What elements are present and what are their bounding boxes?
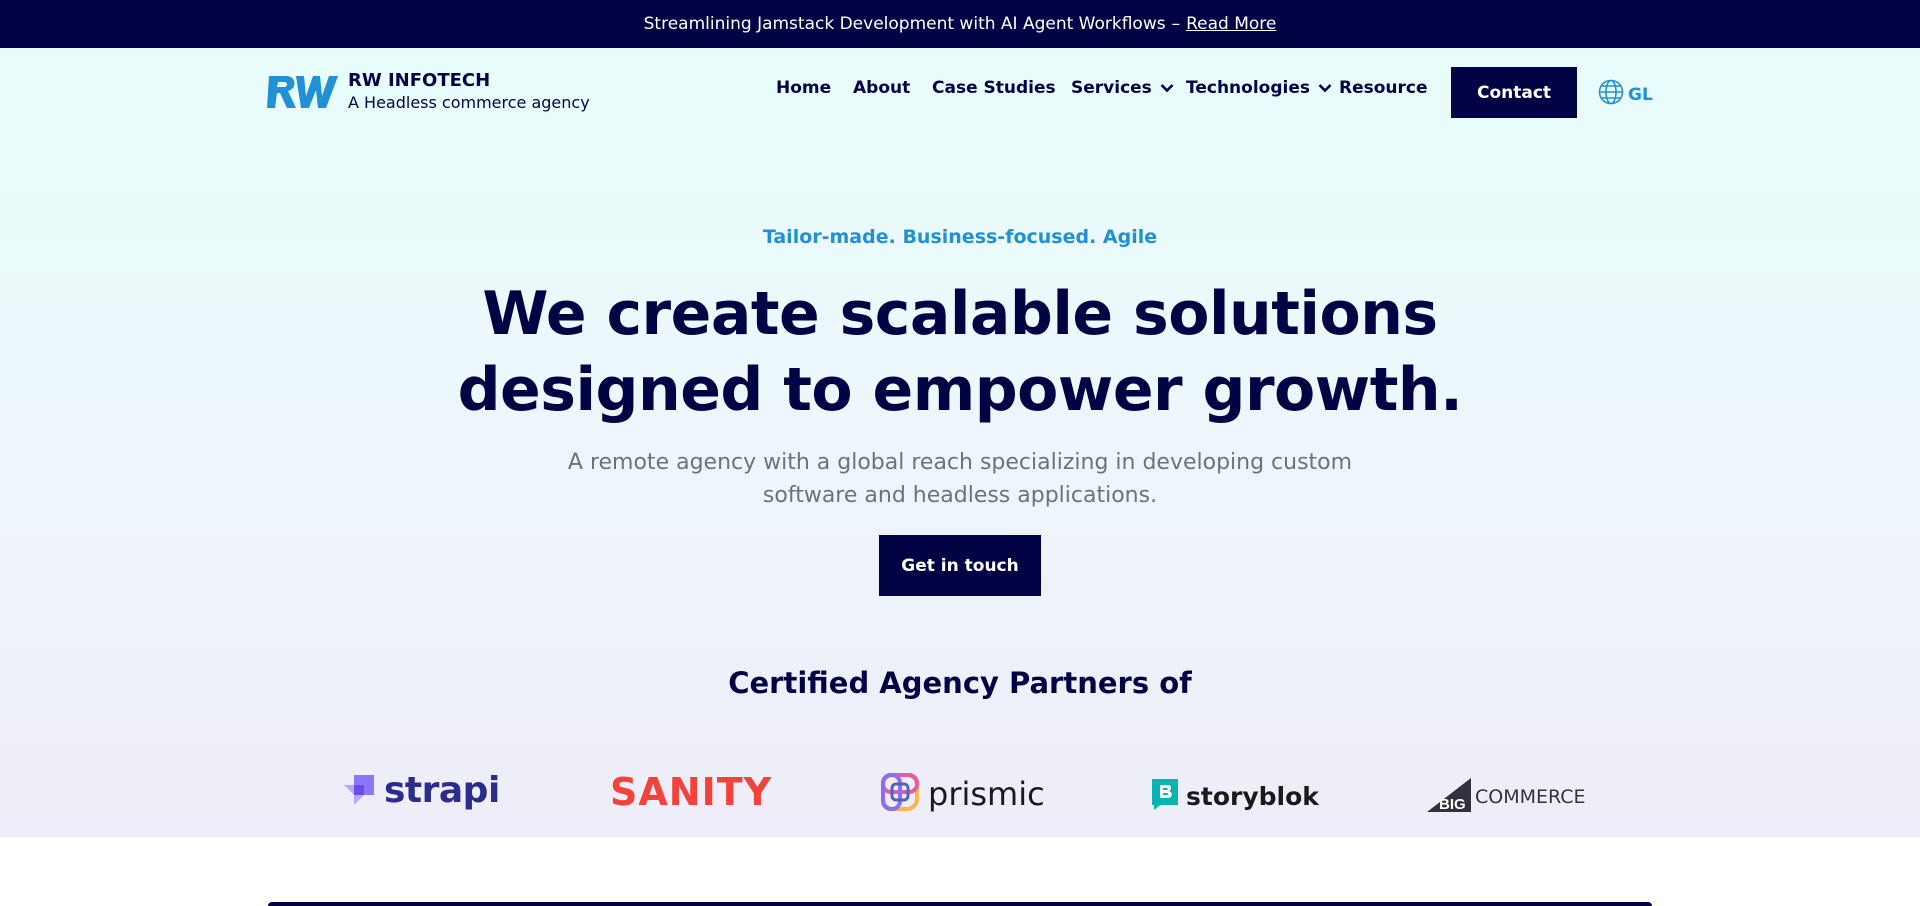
sanity-logo-text: SANITY	[610, 770, 773, 814]
nav-item-resource[interactable]: Resource	[1339, 78, 1428, 98]
brand-name: RW INFOTECH	[348, 70, 491, 91]
next-section-edge	[268, 902, 1652, 906]
nav-item-label: Technologies	[1186, 78, 1310, 98]
bigcommerce-logo-text: COMMERCE	[1475, 786, 1586, 808]
chevron-down-icon	[1160, 78, 1174, 98]
bigcommerce-icon: BIG	[1425, 778, 1473, 816]
chevron-down-icon	[1318, 78, 1332, 98]
hero-headline-line1: We create scalable solutions	[482, 279, 1438, 349]
read-more-link[interactable]: Read More	[1186, 14, 1276, 34]
prismic-icon	[880, 772, 920, 816]
announcement-separator: –	[1171, 14, 1181, 34]
prismic-logo-text: prismic	[928, 775, 1045, 813]
nav-item-label: Services	[1071, 78, 1152, 98]
rw-logo-icon	[266, 72, 340, 112]
storyblok-logo-text: storyblok	[1186, 781, 1319, 811]
partners-title: Certified Agency Partners of	[728, 666, 1192, 700]
strapi-logo-text: strapi	[384, 770, 500, 811]
storyblok-logo: storyblok	[1150, 777, 1319, 815]
sanity-logo: SANITY	[610, 770, 772, 814]
svg-text:BIG: BIG	[1439, 796, 1466, 812]
hero-subtext: A remote agency with a global reach spec…	[567, 450, 1353, 508]
strapi-logo: strapi	[342, 770, 500, 811]
get-in-touch-button[interactable]: Get in touch	[879, 535, 1041, 596]
brand-tagline: A Headless commerce agency	[348, 93, 590, 112]
bigcommerce-logo: BIG COMMERCE	[1425, 778, 1586, 816]
nav-item-technologies[interactable]: Technologies	[1186, 78, 1332, 98]
nav-item-label: About	[853, 78, 911, 98]
strapi-icon	[342, 771, 378, 811]
language-label: GL	[1628, 84, 1653, 105]
hero-headline: We create scalable solutions designed to…	[0, 276, 1920, 428]
storyblok-icon	[1150, 777, 1180, 815]
nav-item-label: Case Studies	[932, 78, 1056, 98]
nav-item-case-studies[interactable]: Case Studies	[932, 78, 1056, 98]
contact-button[interactable]: Contact	[1451, 67, 1577, 118]
site-header: RW INFOTECH A Headless commerce agency H…	[0, 48, 1920, 136]
hero-headline-line2: designed to empower growth.	[457, 355, 1463, 425]
globe-icon	[1598, 79, 1628, 110]
nav-item-home[interactable]: Home	[776, 78, 831, 98]
language-selector[interactable]: GL	[1598, 79, 1653, 110]
brand-text: RW INFOTECH A Headless commerce agency	[348, 70, 590, 114]
hero-tagline: Tailor-made. Business-focused. Agile	[762, 226, 1158, 248]
announcement-text: Streamlining Jamstack Development with A…	[643, 14, 1166, 34]
nav-item-label: Home	[776, 78, 832, 98]
hero-section: RW INFOTECH A Headless commerce agency H…	[0, 48, 1920, 837]
prismic-logo: prismic	[880, 772, 1045, 816]
nav-item-label: Resource	[1339, 78, 1428, 98]
nav-item-services[interactable]: Services	[1071, 78, 1174, 98]
announcement-bar: Streamlining Jamstack Development with A…	[0, 0, 1920, 48]
brand-logo-link[interactable]: RW INFOTECH A Headless commerce agency	[266, 70, 590, 114]
nav-item-about[interactable]: About	[853, 78, 910, 98]
